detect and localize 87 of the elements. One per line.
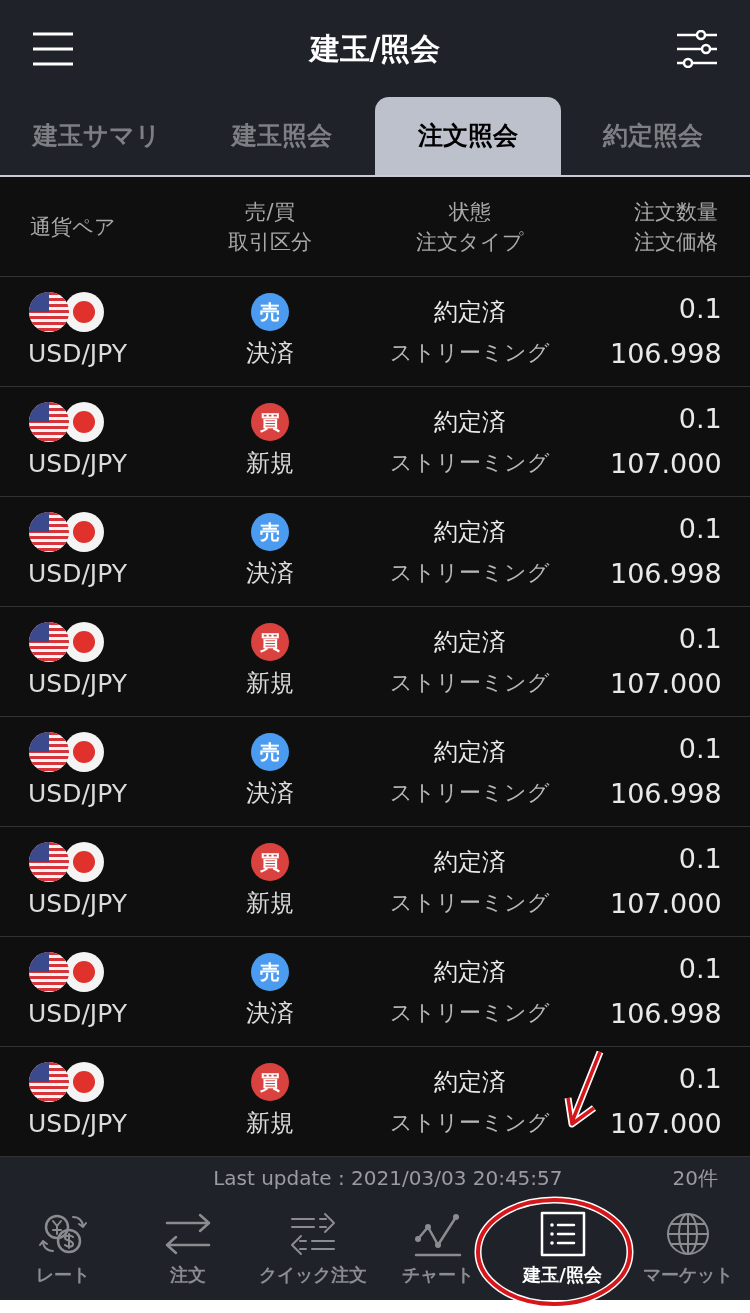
trade-category: 新規	[246, 447, 294, 479]
order-type: ストリーミング	[390, 559, 550, 587]
order-price: 107.000	[610, 666, 722, 701]
order-status: 約定済	[434, 297, 506, 328]
nav-tab[interactable]: チャート	[375, 1199, 500, 1300]
settings-sliders-icon[interactable]	[676, 29, 718, 68]
currency-pair: USD/JPY	[28, 887, 127, 920]
globe-icon	[664, 1211, 711, 1257]
side-badge: 売	[251, 952, 289, 991]
currency-pair: USD/JPY	[28, 557, 127, 590]
nav-tab[interactable]: マーケット	[625, 1199, 750, 1300]
side-badge: 売	[251, 732, 289, 771]
trade-category: 新規	[246, 1107, 294, 1139]
currency-flags-icon	[28, 510, 106, 553]
trade-category: 新規	[246, 667, 294, 699]
order-price: 106.998	[610, 996, 722, 1031]
side-badge: 売	[251, 512, 289, 551]
trade-category: 決済	[246, 997, 294, 1029]
side-badge: 売	[251, 292, 289, 331]
order-quantity: 0.1	[678, 732, 722, 766]
trade-category: 決済	[246, 777, 294, 809]
order-status: 約定済	[434, 627, 506, 658]
currency-flags-icon	[28, 290, 106, 333]
order-type: ストリーミング	[390, 669, 550, 697]
record-count: 20件	[672, 1165, 718, 1192]
trade-category: 決済	[246, 337, 294, 369]
currency-flags-icon	[28, 1060, 106, 1103]
currency-flags-icon	[28, 730, 106, 773]
order-quantity: 0.1	[678, 952, 722, 986]
column-header: 通貨ペア	[30, 213, 117, 241]
swap-arrows-icon	[163, 1211, 212, 1257]
order-status: 約定済	[434, 847, 506, 878]
order-quantity: 0.1	[678, 622, 722, 656]
nav-tab[interactable]: 注文	[125, 1199, 250, 1300]
order-quantity: 0.1	[678, 402, 722, 436]
currency-flags-icon	[28, 400, 106, 443]
order-price: 106.998	[610, 336, 722, 371]
currency-pair: USD/JPY	[28, 667, 127, 700]
order-price: 106.998	[610, 776, 722, 811]
order-status: 約定済	[434, 1067, 506, 1098]
side-badge: 買	[251, 622, 289, 661]
tab[interactable]: 建玉サマリ	[4, 97, 190, 175]
trade-category: 新規	[246, 887, 294, 919]
currency-flags-icon	[28, 620, 106, 663]
order-quantity: 0.1	[678, 1062, 722, 1096]
currency-pair: USD/JPY	[28, 997, 127, 1030]
list-icon	[539, 1211, 586, 1257]
side-badge: 買	[251, 402, 289, 441]
order-quantity: 0.1	[678, 842, 722, 876]
currency-flags-icon	[28, 950, 106, 993]
order-price: 107.000	[610, 886, 722, 921]
order-type: ストリーミング	[390, 339, 550, 367]
tab[interactable]: 約定照会	[560, 97, 746, 175]
column-header: 状態 注文タイプ	[415, 198, 525, 256]
column-header: 注文数量 注文価格	[633, 198, 718, 256]
column-header: 売/買 取引区分	[227, 198, 313, 256]
order-status: 約定済	[434, 407, 506, 438]
order-type: ストリーミング	[390, 779, 550, 807]
tab[interactable]: 注文照会	[375, 97, 561, 175]
currency-pair: USD/JPY	[28, 1107, 127, 1140]
menu-icon[interactable]	[32, 31, 74, 66]
order-price: 106.998	[610, 556, 722, 591]
last-update-text: Last update : 2021/03/03 20:45:57	[213, 1165, 563, 1192]
order-status: 約定済	[434, 957, 506, 988]
currency-pair: USD/JPY	[28, 777, 127, 810]
order-status: 約定済	[434, 517, 506, 548]
double-arrows-icon	[288, 1211, 337, 1257]
currency-pair: USD/JPY	[28, 447, 127, 480]
currency-pair: USD/JPY	[28, 337, 127, 370]
nav-tab[interactable]: クイック注文	[250, 1199, 375, 1300]
nav-tab[interactable]: レート	[0, 1199, 125, 1300]
side-badge: 買	[251, 1062, 289, 1101]
order-type: ストリーミング	[390, 449, 550, 477]
order-type: ストリーミング	[390, 889, 550, 917]
screen-title: 建玉/照会	[309, 30, 441, 68]
side-badge: 買	[251, 842, 289, 881]
order-status: 約定済	[434, 737, 506, 768]
order-price: 107.000	[610, 1106, 722, 1141]
currency-flags-icon	[28, 840, 106, 883]
order-price: 107.000	[610, 446, 722, 481]
order-quantity: 0.1	[678, 512, 722, 546]
line-chart-icon	[413, 1211, 462, 1257]
trade-category: 決済	[246, 557, 294, 589]
order-type: ストリーミング	[390, 1109, 550, 1137]
order-quantity: 0.1	[678, 292, 722, 326]
tab[interactable]: 建玉照会	[189, 97, 375, 175]
order-type: ストリーミング	[390, 999, 550, 1027]
